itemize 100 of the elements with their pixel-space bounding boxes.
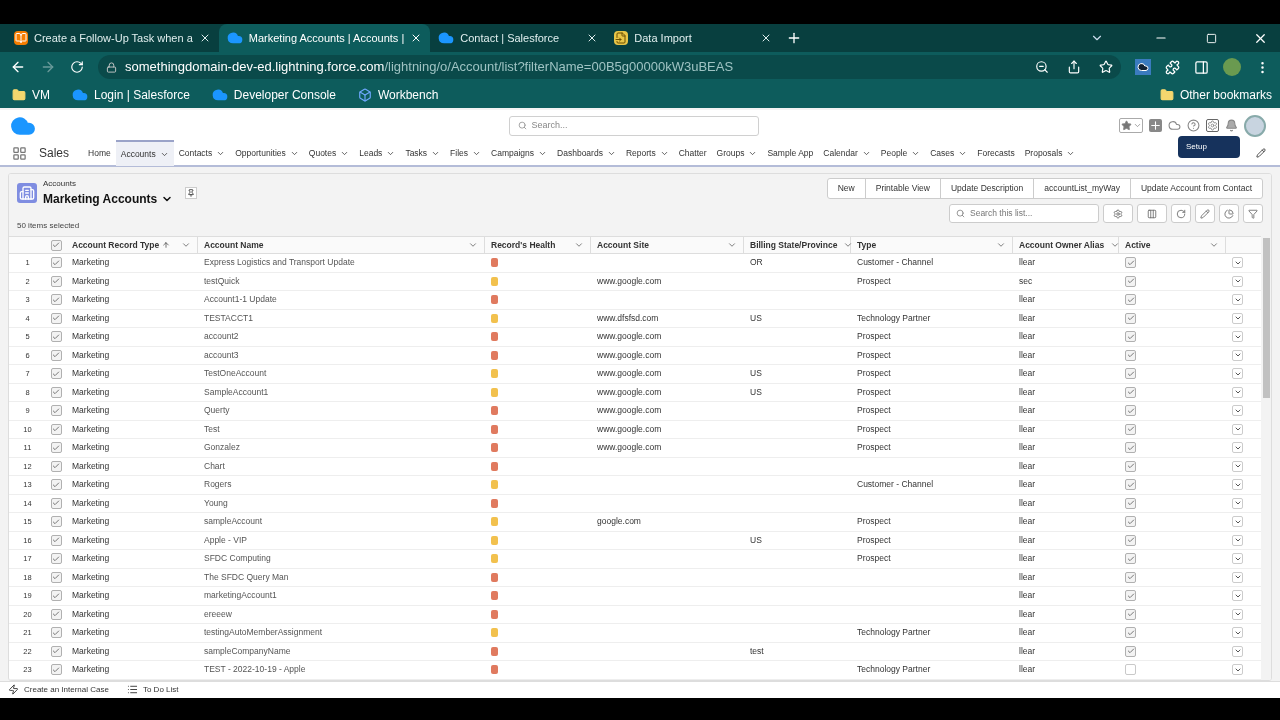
edit-icon[interactable]: [1256, 148, 1266, 158]
edit-button[interactable]: [1195, 204, 1215, 223]
filter-button[interactable]: [1243, 204, 1263, 223]
search-field[interactable]: Search...: [508, 115, 759, 136]
row-action-button[interactable]: [1232, 405, 1243, 417]
forward-icon[interactable]: [40, 59, 56, 75]
row-action-button[interactable]: [1232, 497, 1243, 509]
checkbox[interactable]: [1125, 516, 1136, 528]
checkbox[interactable]: [50, 405, 62, 417]
list-view-title[interactable]: Marketing Accounts: [43, 190, 174, 208]
display-button[interactable]: [1137, 204, 1167, 223]
checkbox[interactable]: [50, 553, 62, 565]
pin-icon[interactable]: [185, 187, 198, 199]
row-action-button[interactable]: [1232, 479, 1243, 491]
favorites-icon[interactable]: [1121, 120, 1132, 131]
nav-tab[interactable]: Reports: [620, 140, 674, 166]
row-action-button[interactable]: [1232, 553, 1243, 565]
column-header[interactable]: Billing State/Province: [750, 238, 838, 252]
checkbox[interactable]: [1125, 627, 1136, 639]
account-link[interactable]: marketingAccount1: [204, 590, 277, 601]
extensions-icon[interactable]: [1165, 59, 1180, 75]
account-link[interactable]: Gonzalez: [204, 442, 240, 453]
account-link[interactable]: account2: [204, 331, 239, 342]
account-link[interactable]: Young: [204, 497, 228, 508]
browser-tab[interactable]: Contact | Salesforce: [430, 24, 607, 52]
nav-tab[interactable]: Home: [83, 140, 116, 166]
address-bar[interactable]: somethingdomain-dev-ed.lightning.force.com/lightning/o/Account/list?filterName=00B5g00000kW3uBEAS: [98, 55, 1121, 79]
column-header[interactable]: Account Owner Alias: [1019, 238, 1105, 252]
column-header[interactable]: Account Site: [597, 238, 649, 252]
nav-tab[interactable]: People: [875, 140, 926, 166]
checkbox[interactable]: [50, 460, 62, 472]
column-header[interactable]: Type: [857, 238, 877, 252]
account-link[interactable]: Test: [204, 423, 220, 434]
checkbox[interactable]: [1125, 294, 1136, 306]
row-action-button[interactable]: [1232, 423, 1243, 435]
checkbox[interactable]: [50, 497, 62, 509]
utility-item[interactable]: Create an Internal Case: [8, 683, 109, 696]
checkbox[interactable]: [50, 275, 62, 287]
help-icon[interactable]: [1187, 119, 1200, 132]
checkbox[interactable]: [50, 423, 62, 435]
reload-icon[interactable]: [70, 60, 84, 74]
checkbox[interactable]: [50, 479, 62, 491]
checkbox[interactable]: [50, 442, 62, 454]
action-button[interactable]: Update Account from Contact: [1129, 179, 1262, 198]
nav-tab[interactable]: Sample App: [762, 140, 819, 166]
action-button[interactable]: accountList_myWay: [1033, 179, 1130, 198]
checkbox[interactable]: [50, 645, 62, 657]
checkbox[interactable]: [1125, 553, 1136, 565]
account-link[interactable]: TestOneAccount: [204, 368, 267, 379]
nav-tab[interactable]: Chatter: [673, 140, 712, 166]
cloud-icon[interactable]: [1135, 59, 1151, 75]
account-link[interactable]: ereeew: [204, 608, 232, 619]
checkbox[interactable]: [1125, 312, 1136, 324]
account-link[interactable]: sampleAccount: [204, 516, 263, 527]
checkbox[interactable]: [1125, 590, 1136, 602]
nav-tab[interactable]: Forecasts: [972, 140, 1020, 166]
checkbox[interactable]: [1125, 349, 1136, 361]
row-action-button[interactable]: [1232, 368, 1243, 380]
row-action-button[interactable]: [1232, 534, 1243, 546]
column-header[interactable]: Account Name: [204, 238, 264, 252]
bookmark[interactable]: Other bookmarks: [1159, 86, 1272, 104]
account-link[interactable]: account3: [204, 349, 239, 360]
nav-tab[interactable]: Campaigns: [486, 140, 553, 166]
account-link[interactable]: Rogers: [204, 479, 232, 490]
account-link[interactable]: Apple - VIP: [204, 534, 247, 545]
action-button[interactable]: New: [827, 179, 865, 198]
side-panel-icon[interactable]: [1194, 59, 1209, 75]
checkbox[interactable]: [50, 331, 62, 343]
checkbox[interactable]: [1125, 257, 1136, 269]
browser-tab[interactable]: Create a Follow-Up Task when a: [6, 24, 219, 52]
row-action-button[interactable]: [1232, 275, 1243, 287]
row-action-button[interactable]: [1232, 386, 1243, 398]
nav-tab[interactable]: Quotes: [303, 140, 355, 166]
checkbox[interactable]: [1125, 460, 1136, 472]
checkbox[interactable]: [50, 294, 62, 306]
nav-tab[interactable]: Cases: [925, 140, 973, 166]
bookmark[interactable]: Login | Salesforce: [72, 86, 190, 104]
checkbox[interactable]: [50, 368, 62, 380]
row-action-button[interactable]: [1232, 645, 1243, 657]
column-header[interactable]: Account Record Type: [72, 238, 160, 252]
checkbox[interactable]: [1125, 405, 1136, 417]
browser-tab[interactable]: Marketing Accounts | Accounts |: [218, 24, 431, 52]
nav-tab[interactable]: Accounts: [115, 140, 174, 166]
row-action-button[interactable]: [1232, 571, 1243, 583]
nav-tab[interactable]: Contacts: [173, 140, 231, 166]
chart-button[interactable]: [1219, 204, 1239, 223]
checkbox[interactable]: [50, 571, 62, 583]
checkbox[interactable]: [50, 534, 62, 546]
checkbox[interactable]: [1125, 645, 1136, 657]
share-icon[interactable]: [1067, 60, 1081, 74]
checkbox[interactable]: [1125, 368, 1136, 380]
checkbox[interactable]: [1125, 497, 1136, 509]
checkbox[interactable]: [1125, 442, 1136, 454]
account-link[interactable]: Express Logistics and Transport Update: [204, 257, 355, 268]
settings-icon[interactable]: [1206, 119, 1219, 132]
account-link[interactable]: Account1-1 Update: [204, 294, 277, 305]
column-header[interactable]: Active: [1125, 238, 1151, 252]
account-link[interactable]: testingAutoMemberAssignment: [204, 627, 323, 638]
row-action-button[interactable]: [1232, 442, 1243, 454]
checkbox[interactable]: [50, 312, 62, 324]
